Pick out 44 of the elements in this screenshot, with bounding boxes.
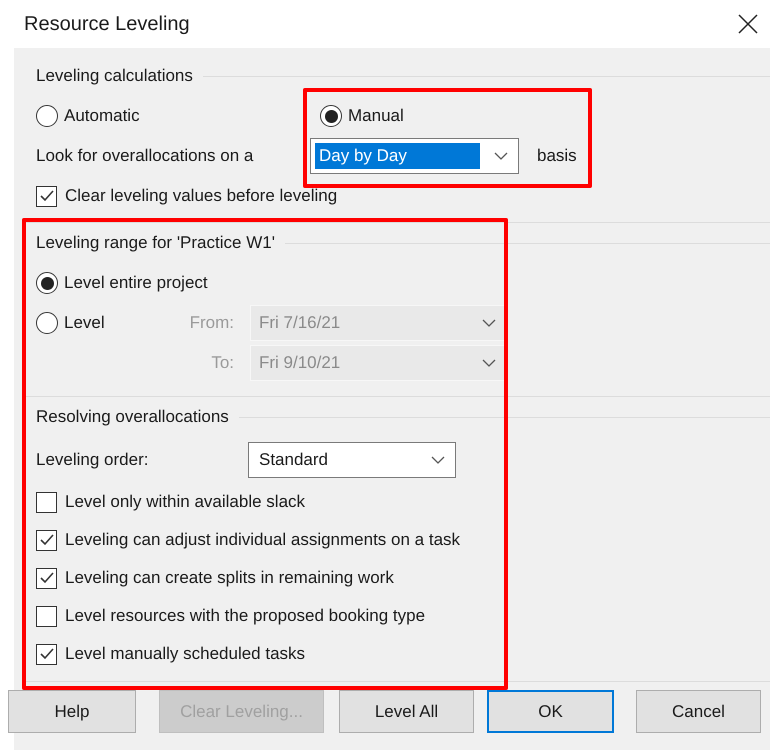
checkbox[interactable] [36,606,57,626]
field-label: From: [190,313,234,333]
radio-button[interactable] [36,272,58,294]
dialog-button[interactable]: OK [487,690,614,733]
radio-button[interactable] [36,105,58,127]
checkbox[interactable] [36,186,57,206]
checkbox-label[interactable]: Leveling can adjust individual assignments on a task [65,530,460,550]
chevron-icon [431,456,445,464]
field-label: To: [211,353,234,373]
radio-button[interactable] [320,105,342,127]
radio-label[interactable]: Automatic [64,106,140,126]
radio-button[interactable] [36,312,58,334]
order-dropdown[interactable]: Standard [248,442,456,478]
basis-dropdown[interactable]: Day by Day [310,138,519,174]
dialog-button[interactable]: Help [8,690,136,733]
close-icon[interactable] [738,14,758,34]
radio-label[interactable]: Level [64,313,105,333]
group-heading: Leveling calculations [36,66,193,86]
checkmark-icon [38,647,54,661]
checkbox[interactable] [36,492,57,512]
window-title: Resource Leveling [24,12,190,36]
checkbox[interactable] [36,530,57,550]
field-suffix: basis [537,146,577,166]
group-heading: Resolving overallocations [36,407,229,427]
field-label: Look for overallocations on a [36,146,254,166]
checkbox-label[interactable]: Leveling can create splits in remaining work [65,568,394,588]
dialog-button[interactable]: Level All [339,690,474,733]
chevron-icon [482,319,496,327]
dialog-button[interactable]: Cancel [636,690,761,733]
checkmark-icon [38,571,54,585]
checkmark-icon [38,189,54,203]
checkbox-label[interactable]: Level only within available slack [65,492,306,512]
group-heading: Leveling range for 'Practice W1' [36,233,275,253]
checkmark-icon [38,533,54,547]
checkbox-label[interactable]: Clear leveling values before leveling [65,186,338,206]
checkbox-label[interactable]: Level manually scheduled tasks [65,644,306,664]
checkbox[interactable] [36,644,57,664]
radio-label[interactable]: Manual [348,106,404,126]
field-label: Leveling order: [36,450,150,470]
checkbox-label[interactable]: Level resources with the proposed booking type [65,606,426,626]
radio-label[interactable]: Level entire project [64,273,208,293]
checkbox[interactable] [36,568,57,588]
chevron-icon [494,152,508,160]
chevron-icon [482,359,496,367]
